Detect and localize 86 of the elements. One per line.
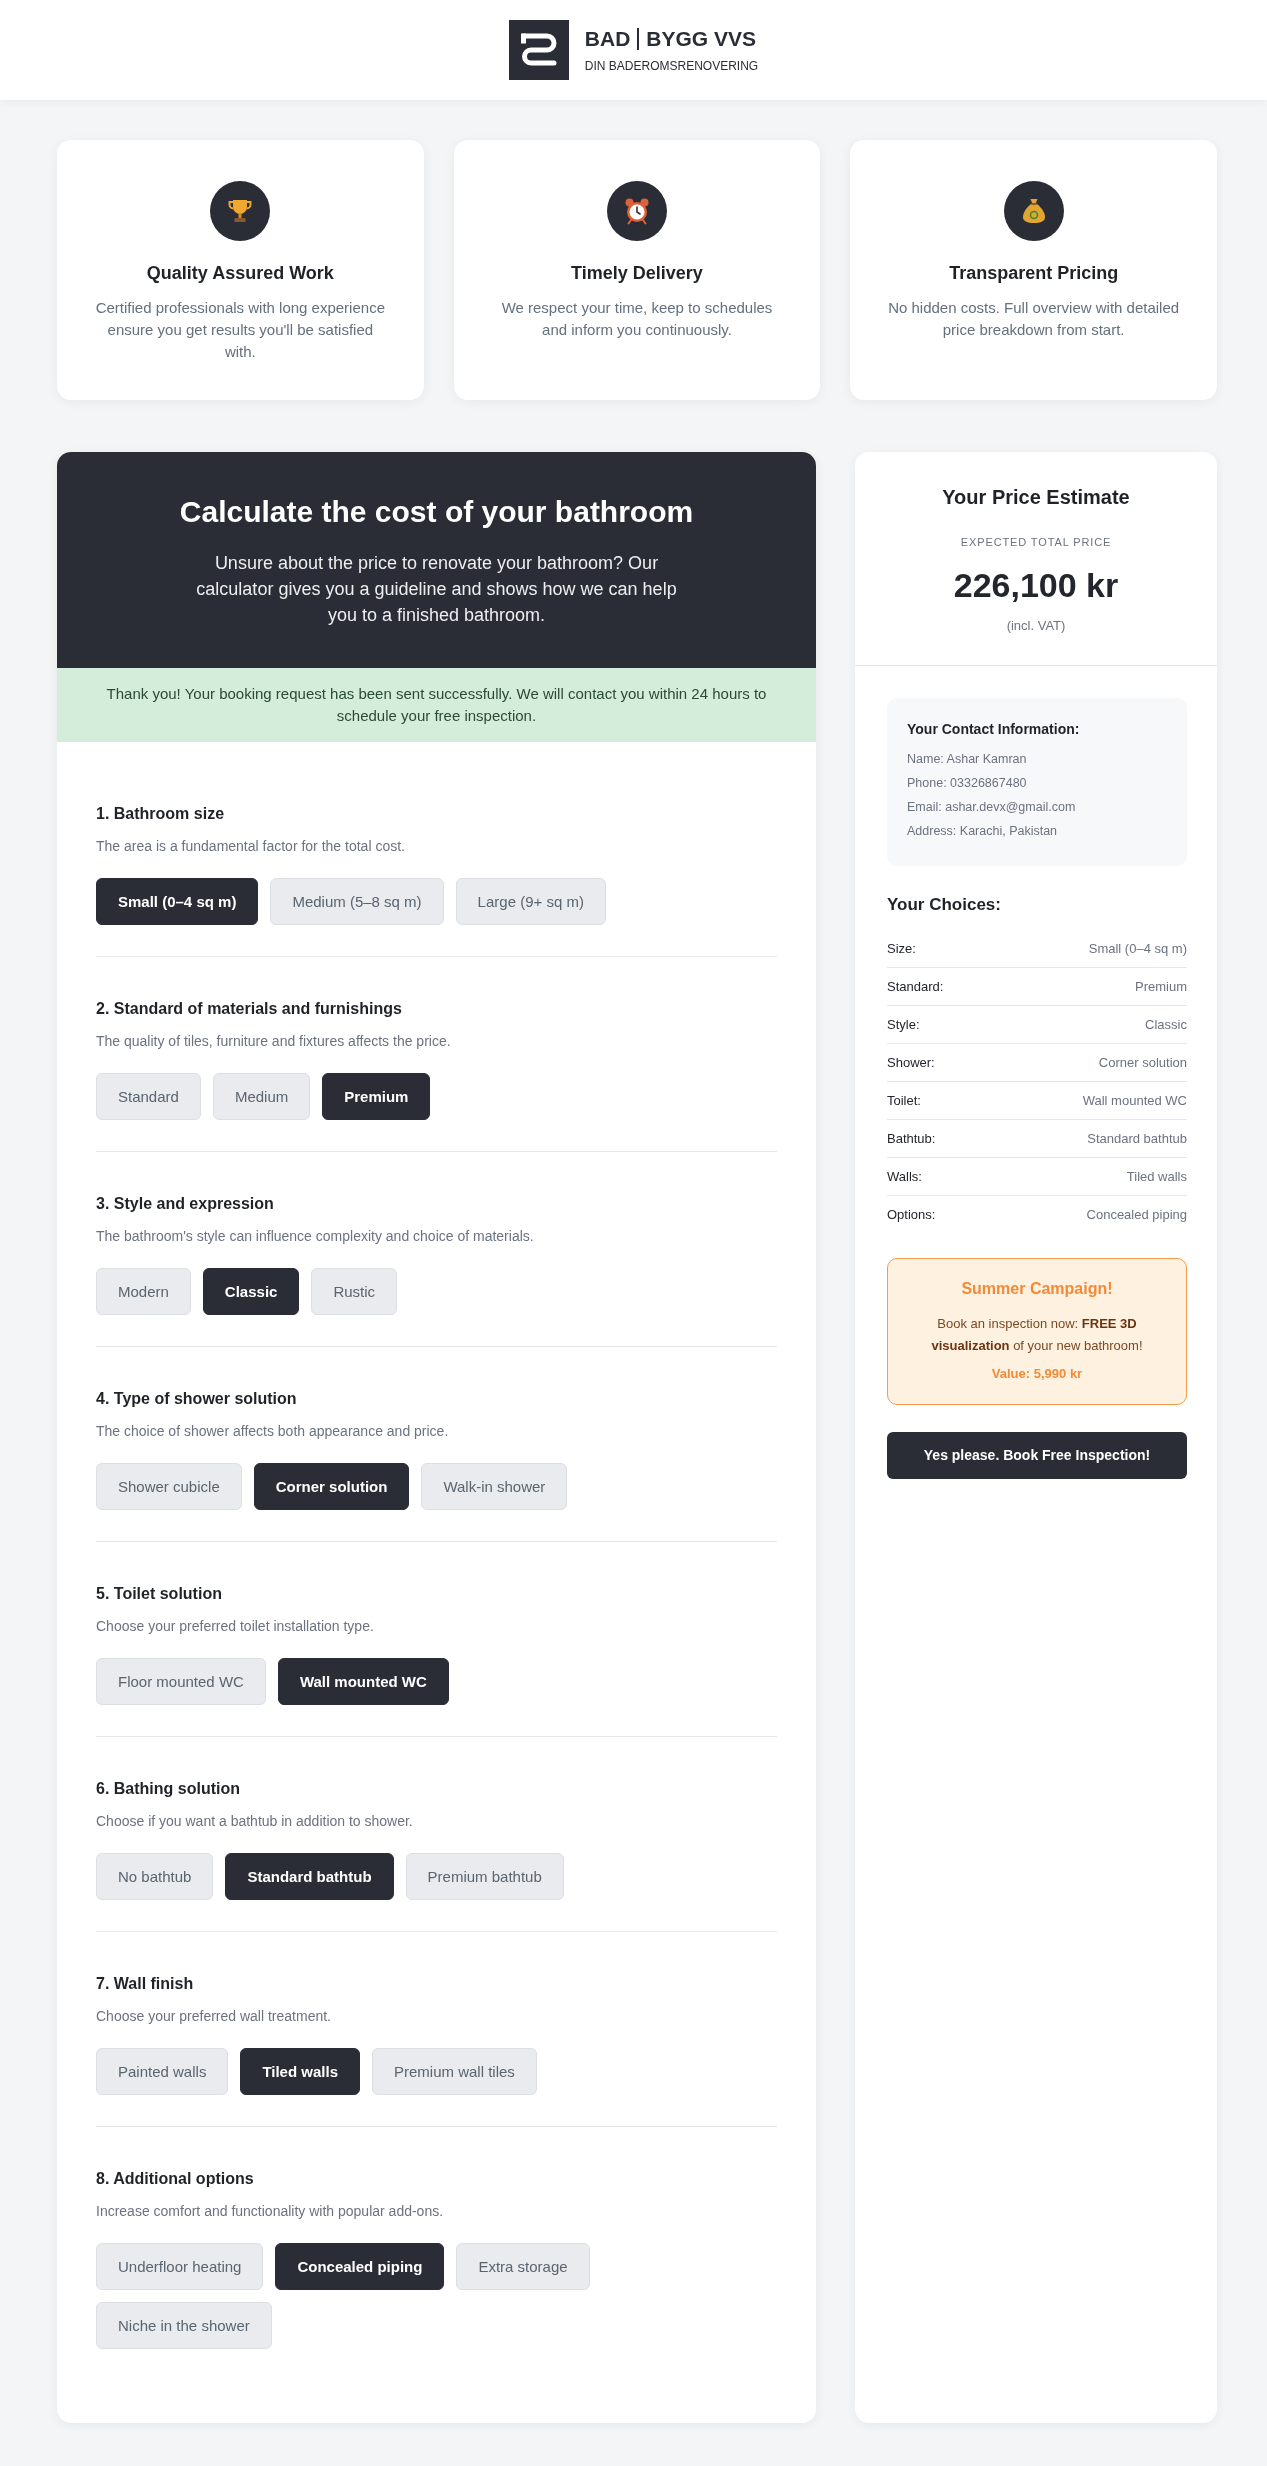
feature-description: We respect your time, keep to schedules and inform you continuously.: [500, 298, 774, 340]
option-button[interactable]: Tiled walls: [240, 2048, 360, 2095]
choice-label: Walls:: [887, 1168, 922, 1186]
option-button[interactable]: Standard: [96, 1073, 201, 1120]
choice-label: Toilet:: [887, 1092, 921, 1110]
choice-value: Tiled walls: [1126, 1168, 1187, 1186]
option-button[interactable]: Floor mounted WC: [96, 1658, 266, 1705]
section-title: 2. Standard of materials and furnishings: [96, 999, 403, 1019]
section-title: 5. Toilet solution: [96, 1584, 223, 1604]
option-button[interactable]: Small (0–4 sq m): [96, 878, 259, 925]
brand-word: BAD: [584, 26, 631, 52]
option-button[interactable]: Large (9+ sq m): [455, 878, 606, 925]
feature-title: Timely Delivery: [571, 262, 703, 285]
option-button[interactable]: Premium: [322, 1073, 431, 1120]
option-button[interactable]: Walk-in shower: [421, 1463, 568, 1510]
option-button[interactable]: Wall mounted WC: [277, 1658, 449, 1705]
choice-label: Shower:: [887, 1054, 935, 1072]
choice-value: Premium: [1135, 978, 1187, 996]
option-button[interactable]: Painted walls: [96, 2048, 229, 2095]
logo-icon: [508, 20, 569, 80]
money-bag-icon: [1003, 181, 1064, 241]
price-note: (incl. VAT): [1006, 617, 1066, 635]
feature-title: Transparent Pricing: [949, 262, 1119, 285]
contact-detail: Address: Karachi, Pakistan: [907, 823, 1059, 840]
alarm-clock-icon: [607, 181, 667, 241]
option-button[interactable]: Concealed piping: [275, 2243, 445, 2290]
option-button[interactable]: Extra storage: [456, 2243, 590, 2290]
section-description: The area is a fundamental factor for the total cost.: [96, 837, 406, 856]
success-message: Thank you! Your booking request has been sent successfully. We will contact you within 24 hours to schedule your free inspection.: [57, 668, 816, 742]
contact-detail: Email: ashar.devx@gmail.com: [907, 799, 1077, 816]
option-button[interactable]: Premium wall tiles: [372, 2048, 537, 2095]
brand-tagline: DIN BADEROMSRENOVERING: [584, 58, 759, 74]
contact-title: Your Contact Information:: [907, 720, 1081, 739]
section-title: 1. Bathroom size: [96, 804, 226, 824]
section-title: 7. Wall finish: [96, 1974, 195, 1994]
option-button[interactable]: Underfloor heating: [96, 2243, 264, 2290]
section-description: The choice of shower affects both appearance and price.: [96, 1422, 450, 1441]
option-button[interactable]: Niche in the shower: [96, 2302, 272, 2349]
choice-label: Standard:: [887, 978, 944, 996]
contact-detail: Phone: 03326867480: [907, 775, 1028, 792]
book-inspection-button[interactable]: Yes please. Book Free Inspection!: [887, 1432, 1187, 1479]
choice-value: Classic: [1145, 1016, 1187, 1034]
option-button[interactable]: Medium: [212, 1073, 311, 1120]
choice-value: Wall mounted WC: [1082, 1092, 1187, 1110]
option-button[interactable]: Medium (5–8 sq m): [270, 878, 444, 925]
section-description: The bathroom's style can influence complexity and choice of materials.: [96, 1227, 535, 1246]
option-button[interactable]: Standard bathtub: [225, 1853, 394, 1900]
campaign-value: Value: 5,990 kr: [990, 1365, 1084, 1383]
choice-value: Concealed piping: [1086, 1206, 1187, 1224]
section-title: 6. Bathing solution: [96, 1779, 241, 1799]
section-description: Choose your preferred wall treatment.: [96, 2007, 332, 2026]
estimate-title: Your Price Estimate: [942, 485, 1130, 510]
option-button[interactable]: Shower cubicle: [96, 1463, 242, 1510]
choice-label: Style:: [887, 1016, 920, 1034]
total-price: 226,100 kr: [953, 565, 1119, 605]
choice-label: Bathtub:: [887, 1130, 936, 1148]
campaign-title: Summer Campaign!: [960, 1279, 1114, 1299]
contact-detail: Name: Ashar Kamran: [907, 751, 1028, 768]
option-button[interactable]: Modern: [96, 1268, 191, 1315]
choice-value: Corner solution: [1098, 1054, 1187, 1072]
option-button[interactable]: No bathtub: [96, 1853, 214, 1900]
feature-description: Certified professionals with long experience ensure you get results you'll be satisfied with.: [94, 298, 386, 362]
section-description: The quality of tiles, furniture and fixtures affects the price.: [96, 1032, 452, 1051]
choice-value: Standard bathtub: [1087, 1130, 1187, 1148]
section-description: Choose your preferred toilet installation type.: [96, 1617, 375, 1636]
option-button[interactable]: Premium bathtub: [405, 1853, 564, 1900]
option-button[interactable]: Classic: [202, 1268, 300, 1315]
option-button[interactable]: Rustic: [311, 1268, 398, 1315]
choice-label: Size:: [887, 940, 916, 958]
section-title: 8. Additional options: [96, 2169, 255, 2189]
section-description: Choose if you want a bathtub in addition to shower.: [96, 1812, 414, 1831]
calculator-intro: Unsure about the price to renovate your bathroom? Our calculator gives you a guideline and shows how we can help you to a finished bathroom.: [195, 552, 678, 627]
choices-title: Your Choices:: [887, 894, 1002, 916]
feature-description: No hidden costs. Full overview with detailed price breakdown from start.: [887, 298, 1181, 340]
feature-title: Quality Assured Work: [146, 262, 334, 285]
calculator-title: Calculate the cost of your bathroom: [179, 494, 694, 530]
choice-label: Options:: [887, 1206, 936, 1224]
brand-word: BYGG VVS: [646, 26, 756, 52]
trophy-icon: [210, 181, 271, 241]
campaign-text: Book an inspection now: FREE 3D visualization of your new bathroom!: [930, 1315, 1144, 1355]
choice-value: Small (0–4 sq m): [1088, 940, 1187, 958]
price-label: EXPECTED TOTAL PRICE: [960, 535, 1112, 550]
section-description: Increase comfort and functionality with popular add-ons.: [96, 2202, 445, 2221]
section-title: 4. Type of shower solution: [96, 1389, 298, 1409]
section-title: 3. Style and expression: [96, 1194, 275, 1214]
option-button[interactable]: Corner solution: [253, 1463, 410, 1510]
